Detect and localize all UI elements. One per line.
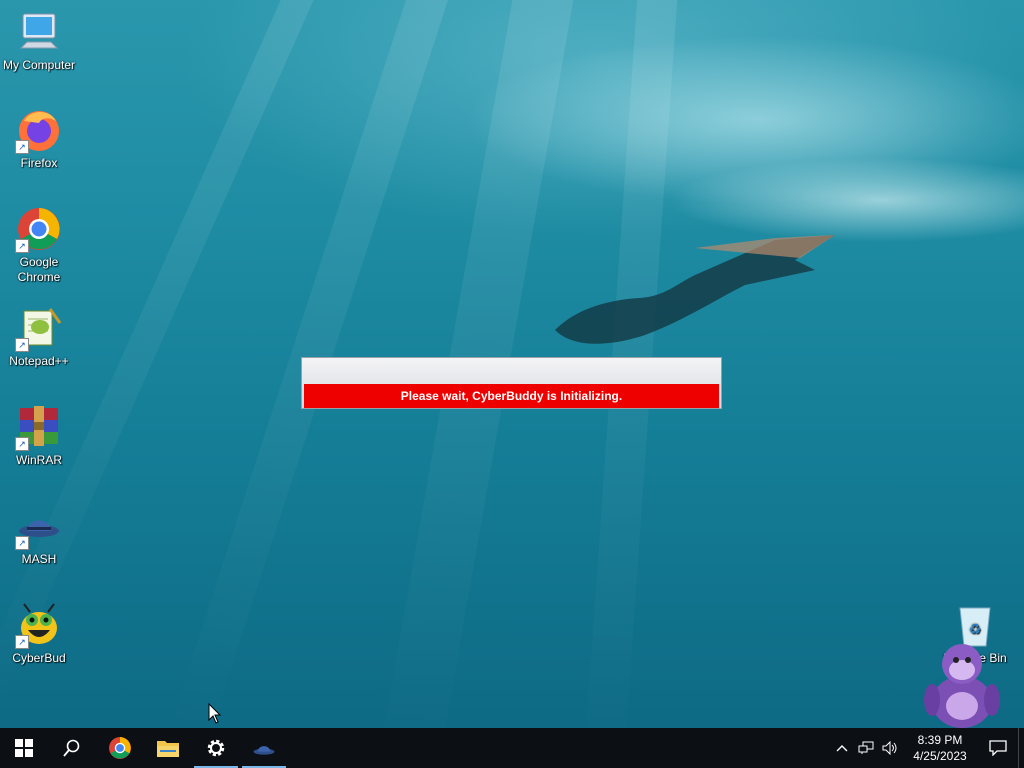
desktop-icon-google-chrome[interactable]: ↗ Google Chrome <box>1 205 77 285</box>
purple-gorilla-assistant[interactable] <box>922 640 1002 728</box>
network-icon[interactable] <box>854 728 878 768</box>
desktop-icon-firefox[interactable]: ↗ Firefox <box>1 106 77 171</box>
desktop-icon-label: Google Chrome <box>17 255 61 284</box>
chrome-icon <box>109 737 131 759</box>
action-center-button[interactable] <box>978 728 1018 768</box>
file-explorer-taskbar-button[interactable] <box>144 728 192 768</box>
desktop-icon-my-computer[interactable]: My Computer <box>1 8 77 73</box>
search-icon <box>63 739 80 757</box>
folder-icon <box>157 741 179 757</box>
shortcut-arrow-icon: ↗ <box>15 635 29 649</box>
swimmer-silhouette <box>555 235 835 344</box>
cyberbud-icon: ↗ <box>15 601 63 649</box>
shortcut-arrow-icon: ↗ <box>15 536 29 550</box>
volume-icon[interactable] <box>878 728 902 768</box>
mash-hat-icon: ↗ <box>15 502 63 550</box>
desktop-icon-label: Notepad++ <box>9 354 69 368</box>
settings-taskbar-button[interactable] <box>192 728 240 768</box>
chevron-up-icon[interactable] <box>830 728 854 768</box>
monitor-icon <box>15 8 63 56</box>
show-desktop-button[interactable] <box>1018 728 1024 768</box>
notification-icon <box>989 740 1007 756</box>
taskbar-clock[interactable]: 8:39 PM 4/25/2023 <box>902 732 978 764</box>
desktop-icon-mash[interactable]: ↗ MASH <box>1 502 77 567</box>
desktop-icon-winrar[interactable]: ↗ WinRAR <box>1 403 77 468</box>
clock-date: 4/25/2023 <box>913 749 967 763</box>
desktop-icon-label: CyberBud <box>12 651 66 665</box>
start-button[interactable] <box>0 728 48 768</box>
shortcut-arrow-icon: ↗ <box>15 437 29 451</box>
shortcut-arrow-icon: ↗ <box>15 338 29 352</box>
system-tray: 8:39 PM 4/25/2023 <box>830 728 1024 768</box>
loading-message: Please wait, CyberBuddy is Initializing. <box>304 384 719 408</box>
desktop-wallpaper: My Computer ↗ Firefox ↗ Google Chrome ↗ … <box>0 0 1024 728</box>
shortcut-arrow-icon: ↗ <box>15 239 29 253</box>
winrar-icon: ↗ <box>15 403 63 451</box>
desktop-icon-label: WinRAR <box>15 453 62 467</box>
mash-taskbar-button[interactable] <box>240 728 288 768</box>
desktop-icon-notepad-plus-plus[interactable]: ↗ Notepad++ <box>1 304 77 369</box>
chrome-taskbar-button[interactable] <box>96 728 144 768</box>
cyberbuddy-loading-dialog: Please wait, CyberBuddy is Initializing. <box>301 357 722 409</box>
clock-time: 8:39 PM <box>917 733 963 747</box>
gear-icon <box>207 739 225 757</box>
svg-text:♻: ♻ <box>969 622 982 638</box>
search-button[interactable] <box>48 728 96 768</box>
desktop-icon-label: Firefox <box>20 156 58 170</box>
desktop-icon-label: My Computer <box>2 58 76 72</box>
windows-logo-icon <box>15 739 33 757</box>
desktop-icon-label: MASH <box>21 552 57 566</box>
chrome-icon: ↗ <box>15 205 63 253</box>
firefox-icon: ↗ <box>15 106 63 154</box>
mouse-cursor-icon <box>208 703 222 724</box>
shortcut-arrow-icon: ↗ <box>15 140 29 154</box>
notepad-plus-plus-icon: ↗ <box>15 304 63 352</box>
desktop-icon-cyberbud[interactable]: ↗ CyberBud <box>1 601 77 666</box>
taskbar: 8:39 PM 4/25/2023 <box>0 728 1024 768</box>
mash-hat-icon <box>253 746 275 755</box>
